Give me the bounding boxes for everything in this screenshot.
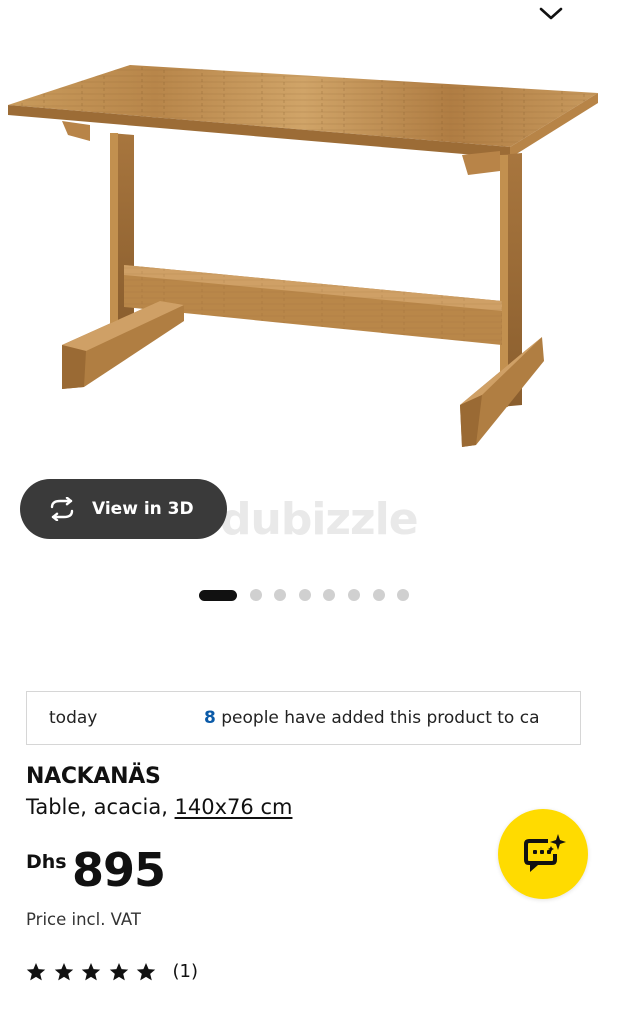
carousel-dot-active[interactable] <box>199 589 237 601</box>
chevron-down-icon[interactable] <box>538 4 564 22</box>
carousel-pagination <box>199 589 422 601</box>
chat-bot-icon <box>524 834 566 872</box>
product-name: NACKANÄS <box>26 764 161 789</box>
carousel-dot[interactable] <box>372 589 385 601</box>
star-icon <box>109 962 128 980</box>
banner-today-label: today <box>49 708 98 728</box>
rotate-arrows-icon <box>50 497 74 521</box>
view-in-3d-button[interactable]: View in 3D <box>20 479 227 539</box>
vat-note: Price incl. VAT <box>26 910 142 929</box>
carousel-dot[interactable] <box>298 589 311 601</box>
carousel-dot[interactable] <box>347 589 360 601</box>
chat-assistant-button[interactable] <box>498 809 588 899</box>
price-value: 895 <box>72 843 166 897</box>
star-icon <box>26 962 46 980</box>
carousel-dot[interactable] <box>397 589 410 601</box>
product-image <box>8 65 598 447</box>
carousel-dot[interactable] <box>249 589 262 601</box>
banner-message: 8 people have added this product to ca <box>204 708 540 728</box>
carousel-dot[interactable] <box>274 589 287 601</box>
product-description-text: Table, acacia, <box>26 795 175 819</box>
star-icon <box>81 962 101 980</box>
social-proof-banner: today 8 people have added this product t… <box>26 691 581 745</box>
banner-count: 8 <box>204 708 216 728</box>
star-icon <box>54 962 73 980</box>
price-currency: Dhs <box>26 851 67 873</box>
review-count[interactable]: (1) <box>173 961 199 982</box>
banner-message-text: people have added this product to ca <box>215 708 540 728</box>
product-size-link[interactable]: 140x76 cm <box>175 795 293 819</box>
view-in-3d-label: View in 3D <box>92 499 194 519</box>
star-icon <box>136 962 156 980</box>
product-rating[interactable]: (1) <box>26 961 198 982</box>
carousel-dot[interactable] <box>323 589 336 601</box>
watermark-logo: dubizzle <box>220 494 419 545</box>
product-description: Table, acacia, 140x76 cm <box>26 795 292 819</box>
